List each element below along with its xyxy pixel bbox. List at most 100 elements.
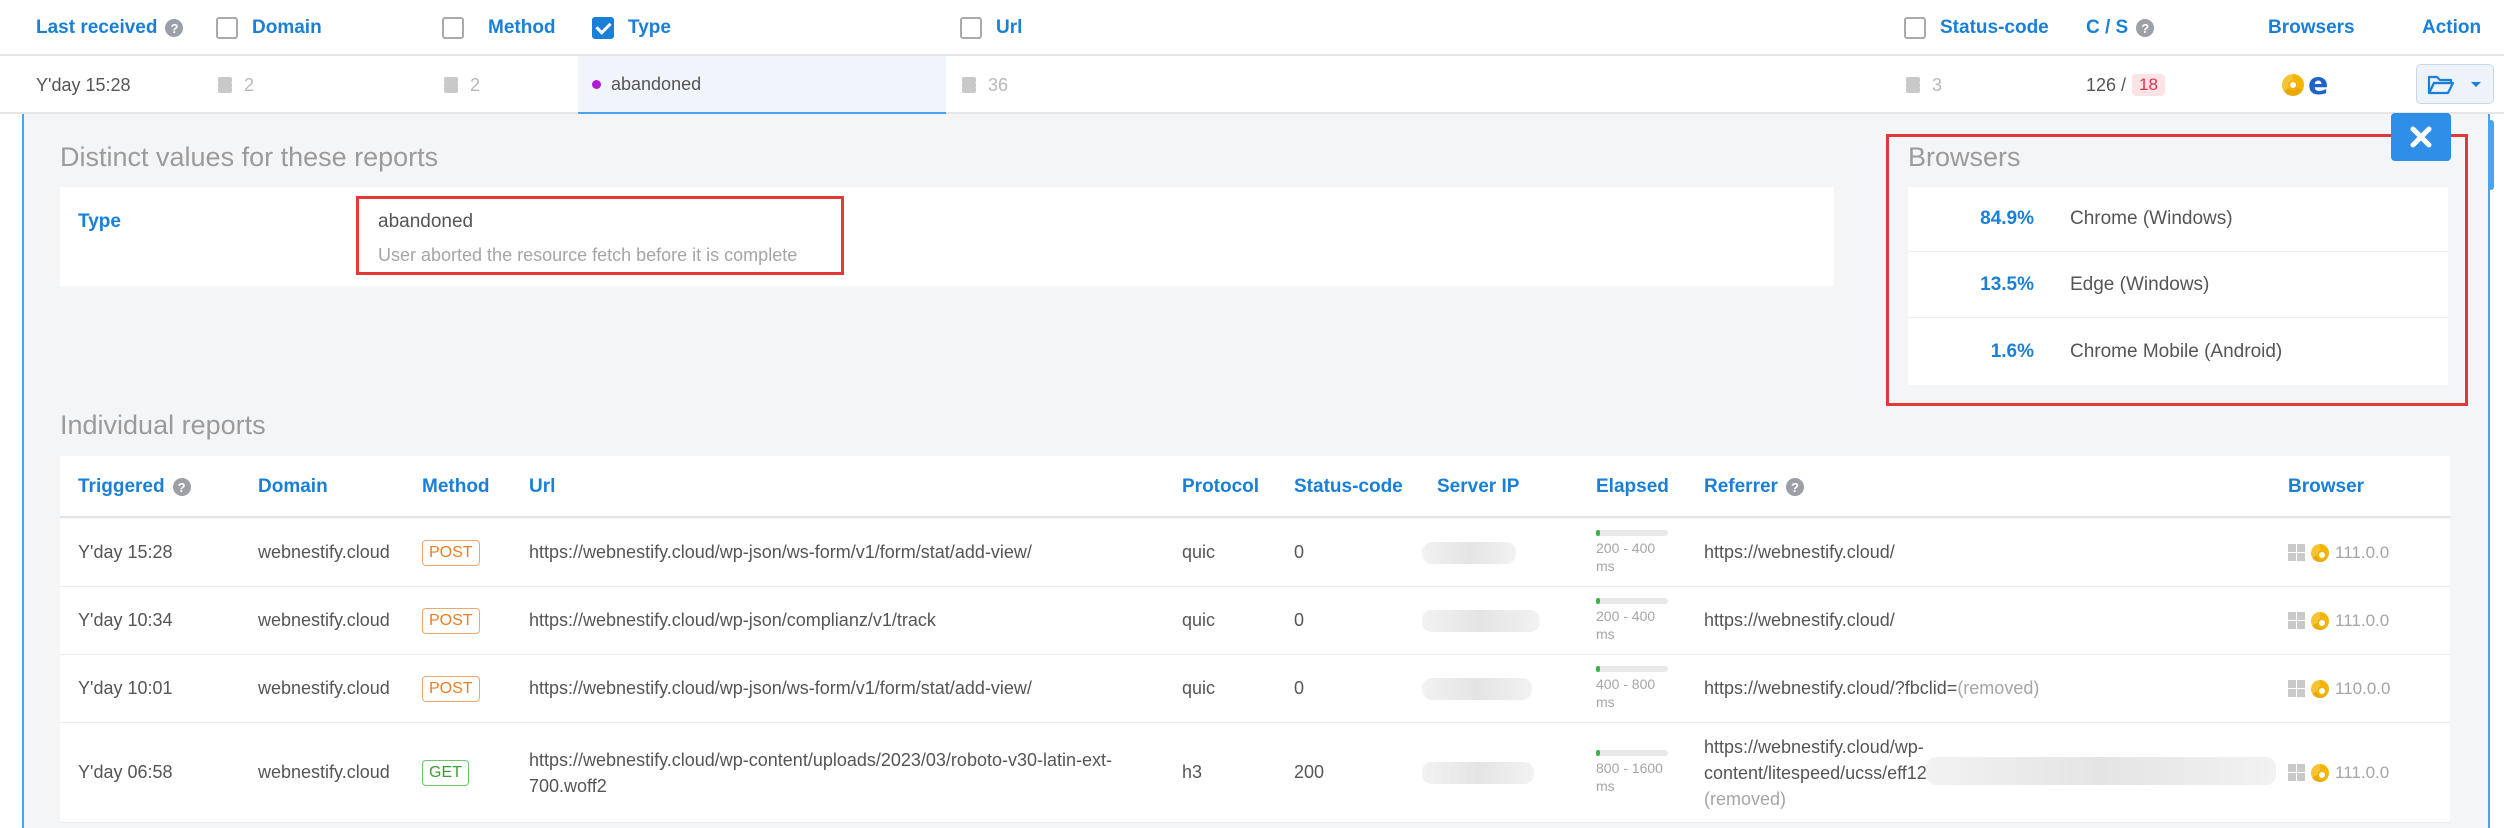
- cell-referrer[interactable]: https://webnestify.cloud/?fbclid= (remove…: [1704, 655, 2039, 722]
- referrer-line: content/litespeed/ucss/eff12: [1704, 762, 1927, 783]
- chrome-icon: [2311, 543, 2329, 562]
- th-triggered[interactable]: Triggered ?: [78, 456, 191, 518]
- summary-url-count[interactable]: 36: [960, 56, 1008, 114]
- windows-icon: [2288, 764, 2305, 781]
- type-checkbox[interactable]: [592, 17, 614, 39]
- th-domain[interactable]: Domain: [258, 456, 328, 518]
- help-icon[interactable]: ?: [2136, 19, 2155, 37]
- close-button[interactable]: [2391, 113, 2451, 161]
- th-browser[interactable]: Browser: [2288, 456, 2364, 518]
- url-checkbox[interactable]: [960, 17, 982, 39]
- summary-type[interactable]: abandoned: [578, 56, 946, 114]
- table-row[interactable]: Y'day 10:34 webnestify.cloud POST https:…: [60, 587, 2450, 655]
- browser-version: 111.0.0: [2335, 610, 2390, 630]
- chrome-icon: [2311, 679, 2329, 698]
- col-domain-label: Domain: [252, 17, 322, 38]
- th-method[interactable]: Method: [422, 456, 490, 518]
- method-checkbox[interactable]: [442, 17, 464, 39]
- distinct-values-title: Distinct values for these reports: [60, 142, 439, 172]
- panel-scrollbar[interactable]: [2488, 120, 2494, 190]
- reports-table-header: Triggered ? Domain Method Url Protocol S…: [60, 456, 2450, 518]
- cell-url[interactable]: https://webnestify.cloud/wp-json/complia…: [529, 587, 936, 654]
- col-cs-label: C / S: [2086, 17, 2129, 38]
- col-method[interactable]: Method: [442, 0, 556, 56]
- cell-referrer[interactable]: https://webnestify.cloud/: [1704, 519, 1895, 586]
- referrer-url: https://webnestify.cloud/: [1704, 610, 1895, 630]
- table-row[interactable]: Y'day 10:01 webnestify.cloud POST https:…: [60, 655, 2450, 723]
- referrer-url: https://webnestify.cloud/?fbclid=: [1704, 678, 1958, 698]
- elapsed-bar: [1596, 530, 1668, 536]
- col-method-label: Method: [488, 17, 556, 38]
- summary-row[interactable]: Y'day 15:28 2 2 abandoned 36 3 126 / 18 …: [0, 56, 2504, 114]
- cell-browser: 111.0.0: [2288, 723, 2389, 822]
- th-url[interactable]: Url: [529, 456, 555, 518]
- browser-version: 111.0.0: [2335, 762, 2390, 782]
- help-icon[interactable]: ?: [172, 478, 191, 496]
- help-icon[interactable]: ?: [165, 19, 184, 37]
- elapsed-bar: [1596, 750, 1668, 756]
- elapsed-range: 400 - 800: [1596, 676, 1656, 692]
- cs-server-badge: 18: [2132, 74, 2165, 96]
- cell-status: 200: [1294, 762, 1325, 782]
- cell-elapsed: 200 - 400 ms: [1596, 519, 1668, 586]
- col-cs[interactable]: C / S ?: [2086, 0, 2155, 56]
- summary-browsers: e: [2282, 56, 2328, 114]
- cell-referrer[interactable]: https://webnestify.cloud/wp- content/lit…: [1704, 723, 1927, 822]
- layers-icon: [960, 77, 978, 93]
- cell-url[interactable]: https://webnestify.cloud/wp-json/ws-form…: [529, 519, 1032, 586]
- col-browsers[interactable]: Browsers: [2268, 0, 2355, 56]
- elapsed-range: 200 - 400: [1596, 540, 1656, 556]
- server-ip-redacted: [1422, 761, 1534, 784]
- col-last-received[interactable]: Last received ?: [36, 0, 184, 56]
- chrome-icon: [2311, 763, 2329, 782]
- cell-domain: webnestify.cloud: [258, 762, 390, 782]
- highlight-box-type: [356, 196, 844, 275]
- cell-protocol: h3: [1182, 762, 1203, 782]
- summary-domain-count[interactable]: 2: [216, 56, 254, 114]
- cell-url[interactable]: https://webnestify.cloud/wp-content/uplo…: [529, 723, 1112, 822]
- help-icon[interactable]: ?: [1785, 478, 1804, 496]
- th-elapsed[interactable]: Elapsed: [1596, 456, 1669, 518]
- summary-cs: 126 / 18: [2086, 56, 2165, 114]
- server-ip-redacted: [1422, 677, 1532, 700]
- domain-checkbox[interactable]: [216, 17, 238, 39]
- col-url[interactable]: Url: [960, 0, 1022, 56]
- referrer-removed: (removed): [1957, 678, 2040, 698]
- cell-referrer[interactable]: https://webnestify.cloud/: [1704, 587, 1895, 654]
- folder-open-icon: [2427, 75, 2455, 95]
- layers-icon: [1904, 77, 1922, 93]
- table-row[interactable]: Y'day 15:28 webnestify.cloud POST https:…: [60, 519, 2450, 587]
- domain-count-value: 2: [244, 74, 255, 95]
- cell-triggered: Y'day 15:28: [78, 542, 173, 562]
- open-details-button[interactable]: [2416, 64, 2494, 104]
- cell-url[interactable]: https://webnestify.cloud/wp-json/ws-form…: [529, 655, 1032, 722]
- col-status-code[interactable]: Status-code: [1904, 0, 2049, 56]
- th-status-code[interactable]: Status-code: [1294, 456, 1403, 518]
- method-badge: GET: [422, 759, 469, 786]
- browser-version: 110.0.0: [2335, 678, 2391, 698]
- method-count-value: 2: [470, 74, 481, 95]
- caret-down-icon[interactable]: [2469, 79, 2483, 89]
- distinct-values-card: Type abandoned User aborted the resource…: [60, 187, 1834, 286]
- elapsed-bar: [1596, 598, 1668, 604]
- method-badge: POST: [422, 675, 480, 702]
- referrer-line: https://webnestify.cloud/wp-: [1704, 736, 1924, 757]
- col-domain[interactable]: Domain: [216, 0, 322, 56]
- cell-status: 0: [1294, 678, 1305, 698]
- type-value: abandoned: [611, 73, 702, 94]
- summary-status-count[interactable]: 3: [1904, 56, 1942, 114]
- cell-triggered: Y'day 06:58: [78, 762, 173, 782]
- th-server-ip[interactable]: Server IP: [1437, 456, 1519, 518]
- table-row[interactable]: Y'day 06:58 webnestify.cloud GET https:/…: [60, 723, 2450, 823]
- summary-method-count[interactable]: 2: [442, 56, 480, 114]
- status-code-checkbox[interactable]: [1904, 17, 1926, 39]
- cell-domain: webnestify.cloud: [258, 678, 390, 698]
- col-status-code-label: Status-code: [1940, 17, 2049, 38]
- th-protocol[interactable]: Protocol: [1182, 456, 1259, 518]
- windows-icon: [2288, 612, 2305, 629]
- th-referrer[interactable]: Referrer ?: [1704, 456, 1804, 518]
- cell-elapsed: 400 - 800 ms: [1596, 655, 1668, 722]
- col-type[interactable]: Type: [592, 0, 671, 56]
- cell-triggered: Y'day 10:34: [78, 610, 173, 630]
- cell-domain: webnestify.cloud: [258, 542, 390, 562]
